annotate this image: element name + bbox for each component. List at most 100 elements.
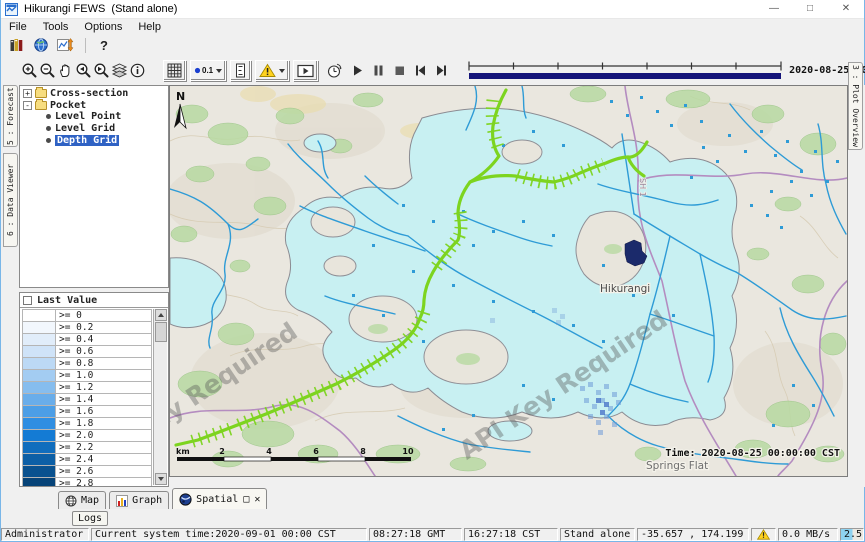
left-panel: + Cross-section - Pocket Level Point Lev…: [19, 85, 169, 487]
pause-button[interactable]: [372, 63, 385, 79]
tab-plot-overview[interactable]: 3 : Plot Overview: [848, 62, 863, 150]
menu-options[interactable]: Options: [76, 21, 130, 33]
status-network-speed: 0.0 MB/s: [778, 528, 838, 541]
legend-row[interactable]: >= 1.4: [22, 394, 152, 406]
tab-data-viewer[interactable]: 6 : Data Viewer: [3, 153, 18, 247]
legend-swatch: [22, 418, 56, 430]
legend-swatch: [22, 394, 56, 406]
legend-row[interactable]: >= 2.2: [22, 442, 152, 454]
town-label: Hikurangi: [600, 283, 650, 295]
animation-player-button[interactable]: [293, 60, 318, 81]
close-button[interactable]: ✕: [828, 0, 864, 18]
next-frame-button[interactable]: [435, 63, 448, 79]
svg-text:8: 8: [360, 447, 366, 456]
tab-maximize-icon[interactable]: □: [243, 494, 249, 505]
status-memory-gauge: 2.5 GB: [840, 528, 864, 541]
road-label: SH 1: [638, 178, 647, 197]
legend-row[interactable]: >= 1.6: [22, 406, 152, 418]
tab-graph[interactable]: Graph: [109, 491, 169, 509]
expander-icon[interactable]: +: [23, 89, 32, 98]
logs-row: Logs: [1, 509, 864, 528]
legend-swatch: [22, 334, 56, 346]
svg-text:4: 4: [266, 447, 272, 456]
legend-row[interactable]: >= 0.2: [22, 322, 152, 334]
tree-item-label: Pocket: [50, 100, 86, 111]
tree-item-pocket[interactable]: - Pocket: [20, 100, 168, 112]
status-mode: Stand alone: [560, 528, 635, 541]
database-icon[interactable]: [6, 36, 28, 54]
tree-item-level-grid[interactable]: Level Grid: [20, 123, 168, 135]
menu-help[interactable]: Help: [130, 21, 169, 33]
zoom-previous-icon[interactable]: [75, 62, 92, 80]
grid-display-button[interactable]: [163, 60, 186, 81]
expander-icon[interactable]: -: [23, 101, 32, 110]
tab-map[interactable]: Map: [58, 491, 106, 509]
legend-swatch: [22, 382, 56, 394]
bullet-icon: [46, 138, 51, 143]
legend-row[interactable]: >= 2.0: [22, 430, 152, 442]
legend-row[interactable]: >= 2.8: [22, 478, 152, 487]
main-area: 5 : Forecast 6 : Data Viewer + Cross-sec…: [1, 85, 864, 487]
tree-item-depth-grid[interactable]: Depth Grid: [20, 134, 168, 146]
legend-swatch: [22, 454, 56, 466]
chevron-down-icon: [279, 69, 285, 73]
svg-text:6: 6: [313, 447, 319, 456]
legend-row[interactable]: >= 0.4: [22, 334, 152, 346]
legend-row[interactable]: >= 0: [22, 309, 152, 322]
legend-row[interactable]: >= 2.6: [22, 466, 152, 478]
layers-icon[interactable]: [111, 62, 128, 80]
stop-button[interactable]: [393, 63, 406, 79]
status-gmt-time: 08:27:18 GMT: [369, 528, 462, 541]
spatial-globe-icon: [179, 493, 192, 506]
help-icon[interactable]: ?: [93, 36, 115, 54]
scale-gauge-button[interactable]: [230, 60, 251, 81]
last-value-checkbox[interactable]: [23, 296, 32, 305]
zoom-in-icon[interactable]: [21, 62, 38, 80]
tree-item-cross-section[interactable]: + Cross-section: [20, 88, 168, 100]
main-toolbar: ?: [1, 34, 864, 56]
menu-tools[interactable]: Tools: [35, 21, 77, 33]
minimize-button[interactable]: —: [756, 0, 792, 18]
status-system-time: Current system time:2020-09-01 00:00 CST: [91, 528, 367, 541]
maximize-button[interactable]: □: [792, 0, 828, 18]
timeseries-icon[interactable]: [54, 36, 76, 54]
legend-row[interactable]: >= 1.2: [22, 382, 152, 394]
legend-row[interactable]: >= 2.4: [22, 454, 152, 466]
scroll-down-icon[interactable]: [155, 473, 167, 485]
tree-item-level-point[interactable]: Level Point: [20, 111, 168, 123]
info-icon[interactable]: [129, 62, 146, 80]
menu-file[interactable]: File: [1, 21, 35, 33]
status-warning-icon[interactable]: [751, 528, 776, 541]
scrollbar-thumb[interactable]: [155, 322, 167, 342]
toolbar-separator: [85, 38, 86, 53]
legend-row[interactable]: >= 1.0: [22, 370, 152, 382]
chevron-down-icon: [216, 69, 222, 73]
scroll-up-icon[interactable]: [155, 309, 167, 321]
bottom-tab-bar: Map Graph Spatial □ ✕: [1, 487, 864, 509]
contour-threshold-dropdown[interactable]: 0.1: [190, 60, 226, 81]
previous-frame-button[interactable]: [414, 63, 427, 79]
map-display-icon[interactable]: [30, 36, 52, 54]
play-button[interactable]: [351, 63, 364, 79]
legend-swatch: [22, 309, 56, 322]
animation-timer-icon[interactable]: [326, 62, 343, 80]
legend-row[interactable]: >= 0.8: [22, 358, 152, 370]
tab-spatial[interactable]: Spatial □ ✕: [172, 488, 267, 509]
zoom-out-icon[interactable]: [39, 62, 56, 80]
status-user: Administrator: [1, 528, 89, 541]
legend-swatch: [22, 478, 56, 487]
legend-swatch: [22, 442, 56, 454]
tab-logs[interactable]: Logs: [72, 511, 108, 526]
warning-threshold-dropdown[interactable]: [255, 60, 289, 81]
timeline-slider[interactable]: [466, 60, 784, 82]
legend-row[interactable]: >= 0.6: [22, 346, 152, 358]
tab-close-icon[interactable]: ✕: [254, 494, 260, 505]
pan-hand-icon[interactable]: [57, 62, 74, 80]
legend-row[interactable]: >= 1.8: [22, 418, 152, 430]
legend-swatch: [22, 430, 56, 442]
zoom-next-icon[interactable]: [93, 62, 110, 80]
tab-forecast[interactable]: 5 : Forecast: [3, 85, 18, 147]
legend-scrollbar[interactable]: [153, 309, 167, 485]
folder-icon: [35, 89, 47, 98]
map-view[interactable]: API Key Required API Key Required Hikura…: [169, 85, 848, 477]
